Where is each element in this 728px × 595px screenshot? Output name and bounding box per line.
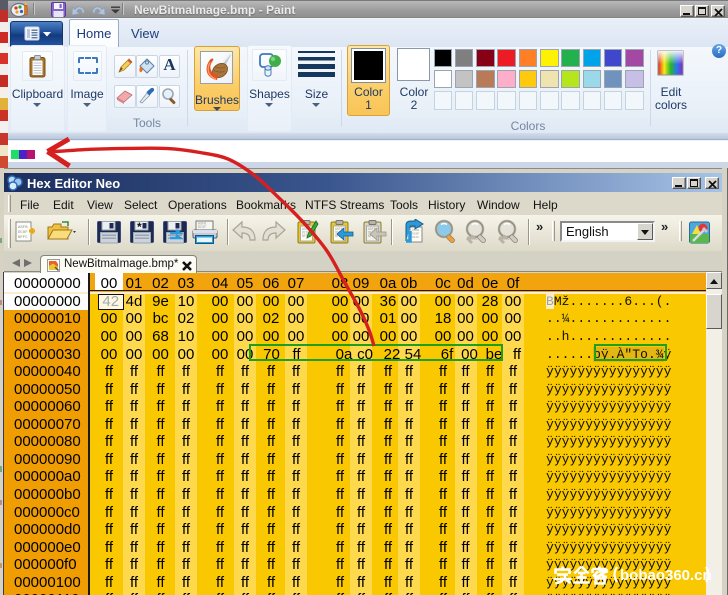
svg-text:ASFB: ASFB [18,226,28,230]
svg-text:bobao360.cn: bobao360.cn [620,567,712,584]
svg-text:DCOF: DCOF [198,226,206,230]
svg-text:DCOF: DCOF [18,231,28,235]
svg-text:NFFC: NFFC [412,236,419,239]
svg-text:NFFC: NFFC [18,236,28,240]
svg-text:*: * [137,220,142,234]
